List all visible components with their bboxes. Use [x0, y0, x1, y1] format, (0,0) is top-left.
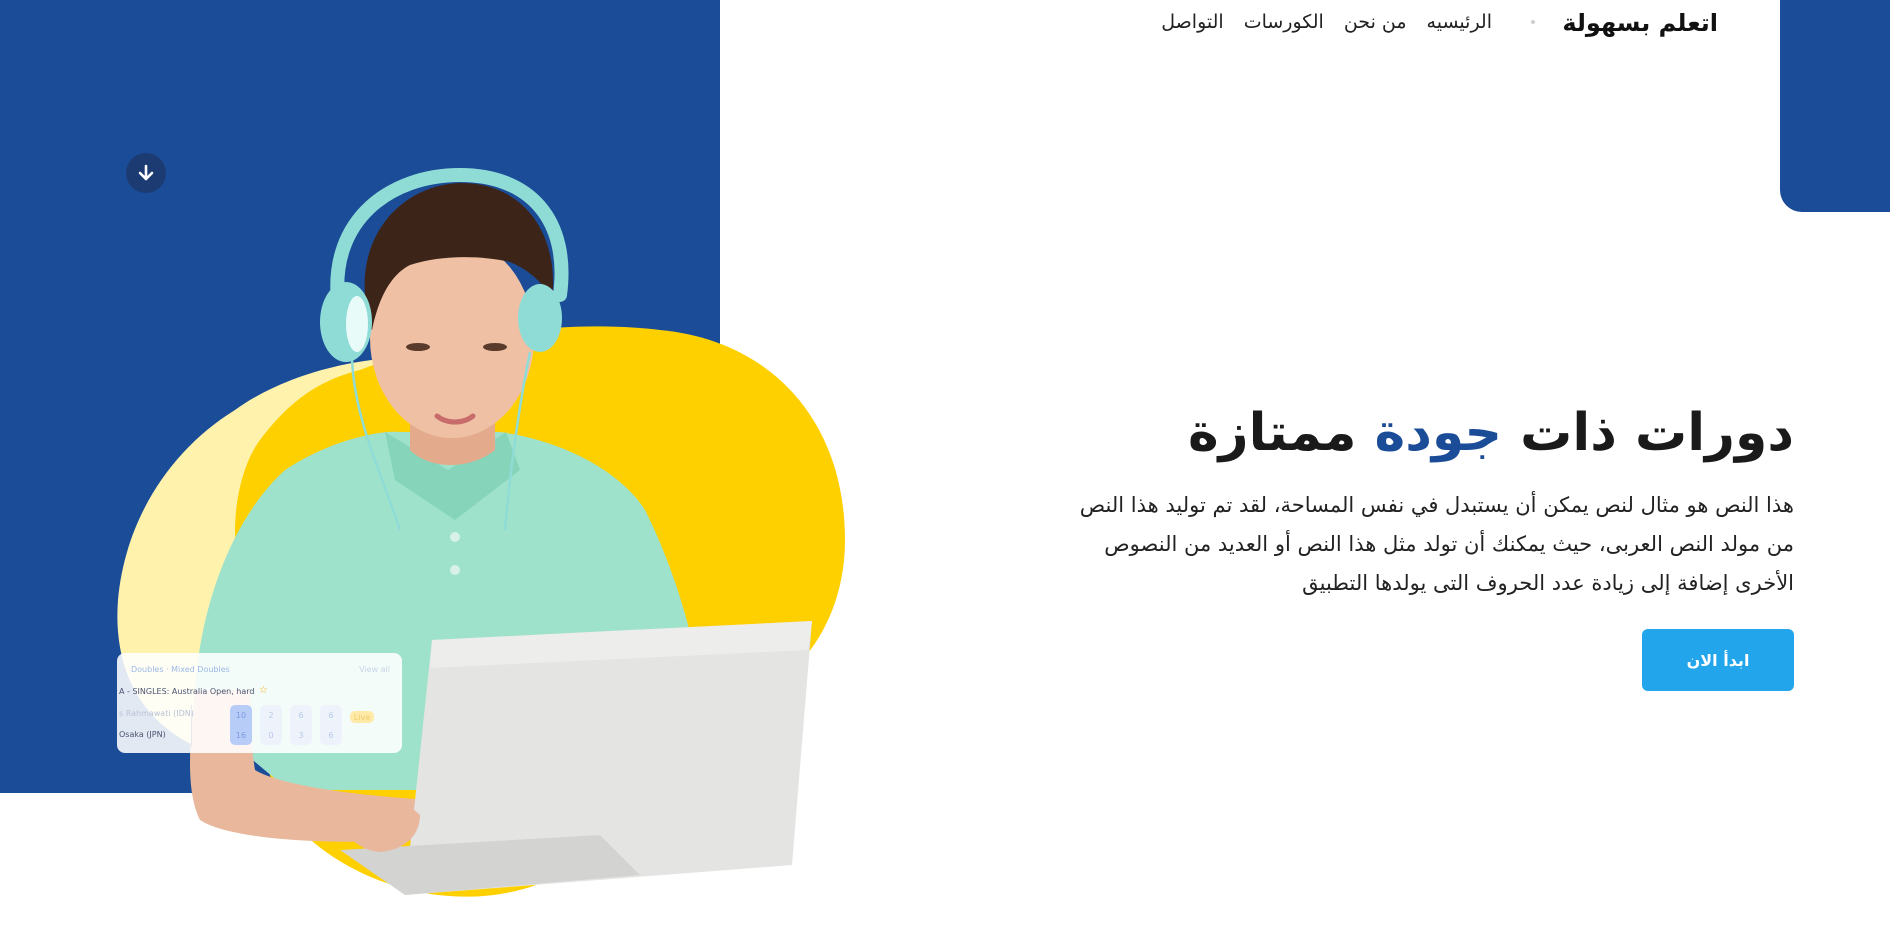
hero-title: دورات ذات جودة ممتازة	[1054, 398, 1794, 468]
score-column: 10 16	[230, 705, 252, 745]
nav-link-home[interactable]: الرئيسيه	[1427, 11, 1492, 33]
brand-logo[interactable]: اتعلم بسهولة	[1562, 9, 1718, 37]
score-widget-card: Doubles · Mixed Doubles View all A - SIN…	[117, 653, 402, 753]
hero-title-part2: ممتازة	[1187, 403, 1357, 463]
widget-score-columns: 10 16 20 63 66 Live	[230, 705, 374, 745]
hero-illustration	[110, 160, 860, 910]
widget-view-all-link[interactable]: View all	[359, 665, 390, 674]
nav-item-courses: الكورسات	[1244, 11, 1324, 33]
nav-item-contact: التواصل	[1161, 11, 1223, 33]
nav-link-contact[interactable]: التواصل	[1161, 11, 1223, 33]
headphones-right-cup	[518, 284, 562, 352]
score-column: 66	[320, 705, 342, 745]
nav-link-about[interactable]: من نحن	[1344, 11, 1407, 33]
score-column: 63	[290, 705, 312, 745]
widget-divider	[191, 705, 192, 747]
nav-item-home: الرئيسيه	[1427, 11, 1492, 33]
nav-menu: الرئيسيه من نحن الكورسات التواصل	[1161, 11, 1492, 33]
corner-blue-accent	[1780, 0, 1890, 212]
widget-player-2: Osaka (JPN)	[119, 730, 166, 739]
widget-player-1: s Rahmawati (IDN)	[119, 709, 194, 718]
live-badge: Live	[350, 711, 374, 723]
widget-event: A - SINGLES: Australia Open, hard	[119, 687, 255, 696]
star-icon: ☆	[259, 685, 268, 696]
nav-item-about: من نحن	[1344, 11, 1407, 33]
hero-section: دورات ذات جودة ممتازة هذا النص هو مثال ل…	[1054, 398, 1794, 691]
score-column: 20	[260, 705, 282, 745]
hero-title-part1: دورات ذات	[1520, 403, 1794, 463]
nav-separator-dot	[1531, 20, 1535, 24]
navbar: اتعلم بسهولة الرئيسيه من نحن الكورسات ال…	[1140, 0, 1740, 46]
start-now-button[interactable]: ابدأ الان	[1642, 629, 1794, 691]
nav-link-courses[interactable]: الكورسات	[1244, 11, 1324, 33]
hero-description: هذا النص هو مثال لنص يمكن أن يستبدل في ن…	[1079, 493, 1794, 595]
widget-title: Doubles · Mixed Doubles	[131, 665, 230, 674]
hero-title-accent: جودة	[1374, 403, 1502, 463]
